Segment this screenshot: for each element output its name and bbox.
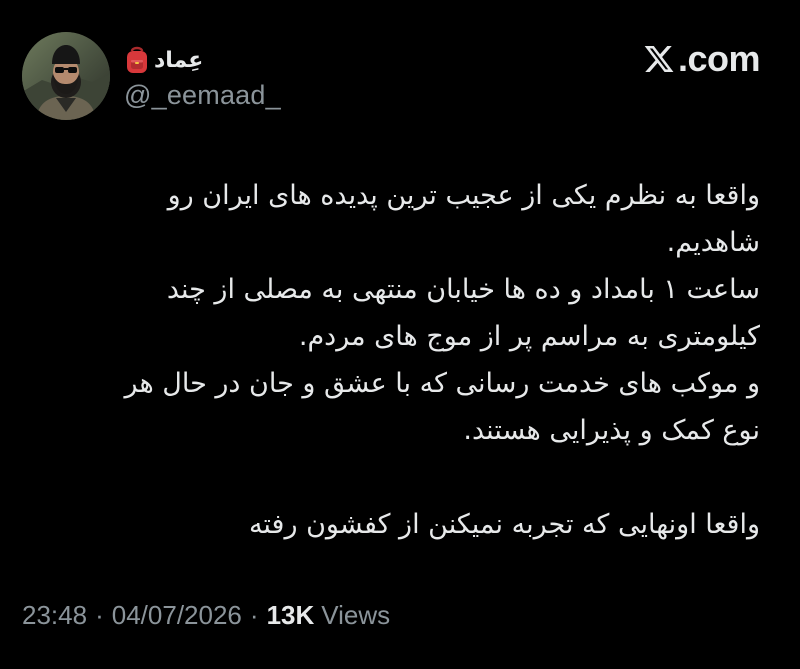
tweet-line: و موکب های خدمت رسانی که با عشق و جان در… xyxy=(124,368,760,399)
author-name-row[interactable]: عِماد xyxy=(124,44,203,76)
brand-watermark: .com xyxy=(642,38,761,80)
tweet-line: شاهدیم. xyxy=(666,227,760,258)
tweet-time[interactable]: 23:48 xyxy=(22,600,87,631)
avatar[interactable] xyxy=(22,32,110,120)
views-count[interactable]: 13K xyxy=(267,600,315,631)
tweet-line: نوع کمک و پذیرایی هستند. xyxy=(463,415,760,446)
backpack-icon xyxy=(127,46,147,73)
tweet-line: ساعت ۱ بامداد و ده ها خیابان منتهی به مص… xyxy=(166,274,760,305)
tweet-date[interactable]: 04/07/2026 xyxy=(112,600,242,631)
views-label: Views xyxy=(321,600,391,630)
tweet-line: کیلومتری به مراسم پر از موج های مردم. xyxy=(298,321,760,352)
tweet-line: واقعا اونهایی که تجربه نمیکنن از کفشون ر… xyxy=(248,509,760,540)
meta-separator: · xyxy=(95,600,104,630)
x-logo-icon xyxy=(644,46,674,72)
meta-separator: · xyxy=(249,600,259,630)
author-display-name: عِماد xyxy=(154,47,204,73)
tweet-line: واقعا به نظرم یکی از عجیب ترین پدیده های… xyxy=(167,180,760,211)
author-handle[interactable]: @_eemaad_ xyxy=(124,80,281,111)
avatar-image xyxy=(22,32,110,120)
tweet-meta: 23:48 · 04/07/2026 · 13K Views xyxy=(22,600,390,631)
brand-domain-text: .com xyxy=(677,38,761,79)
tweet-text: واقعا به نظرم یکی از عجیب ترین پدیده های… xyxy=(40,172,760,548)
